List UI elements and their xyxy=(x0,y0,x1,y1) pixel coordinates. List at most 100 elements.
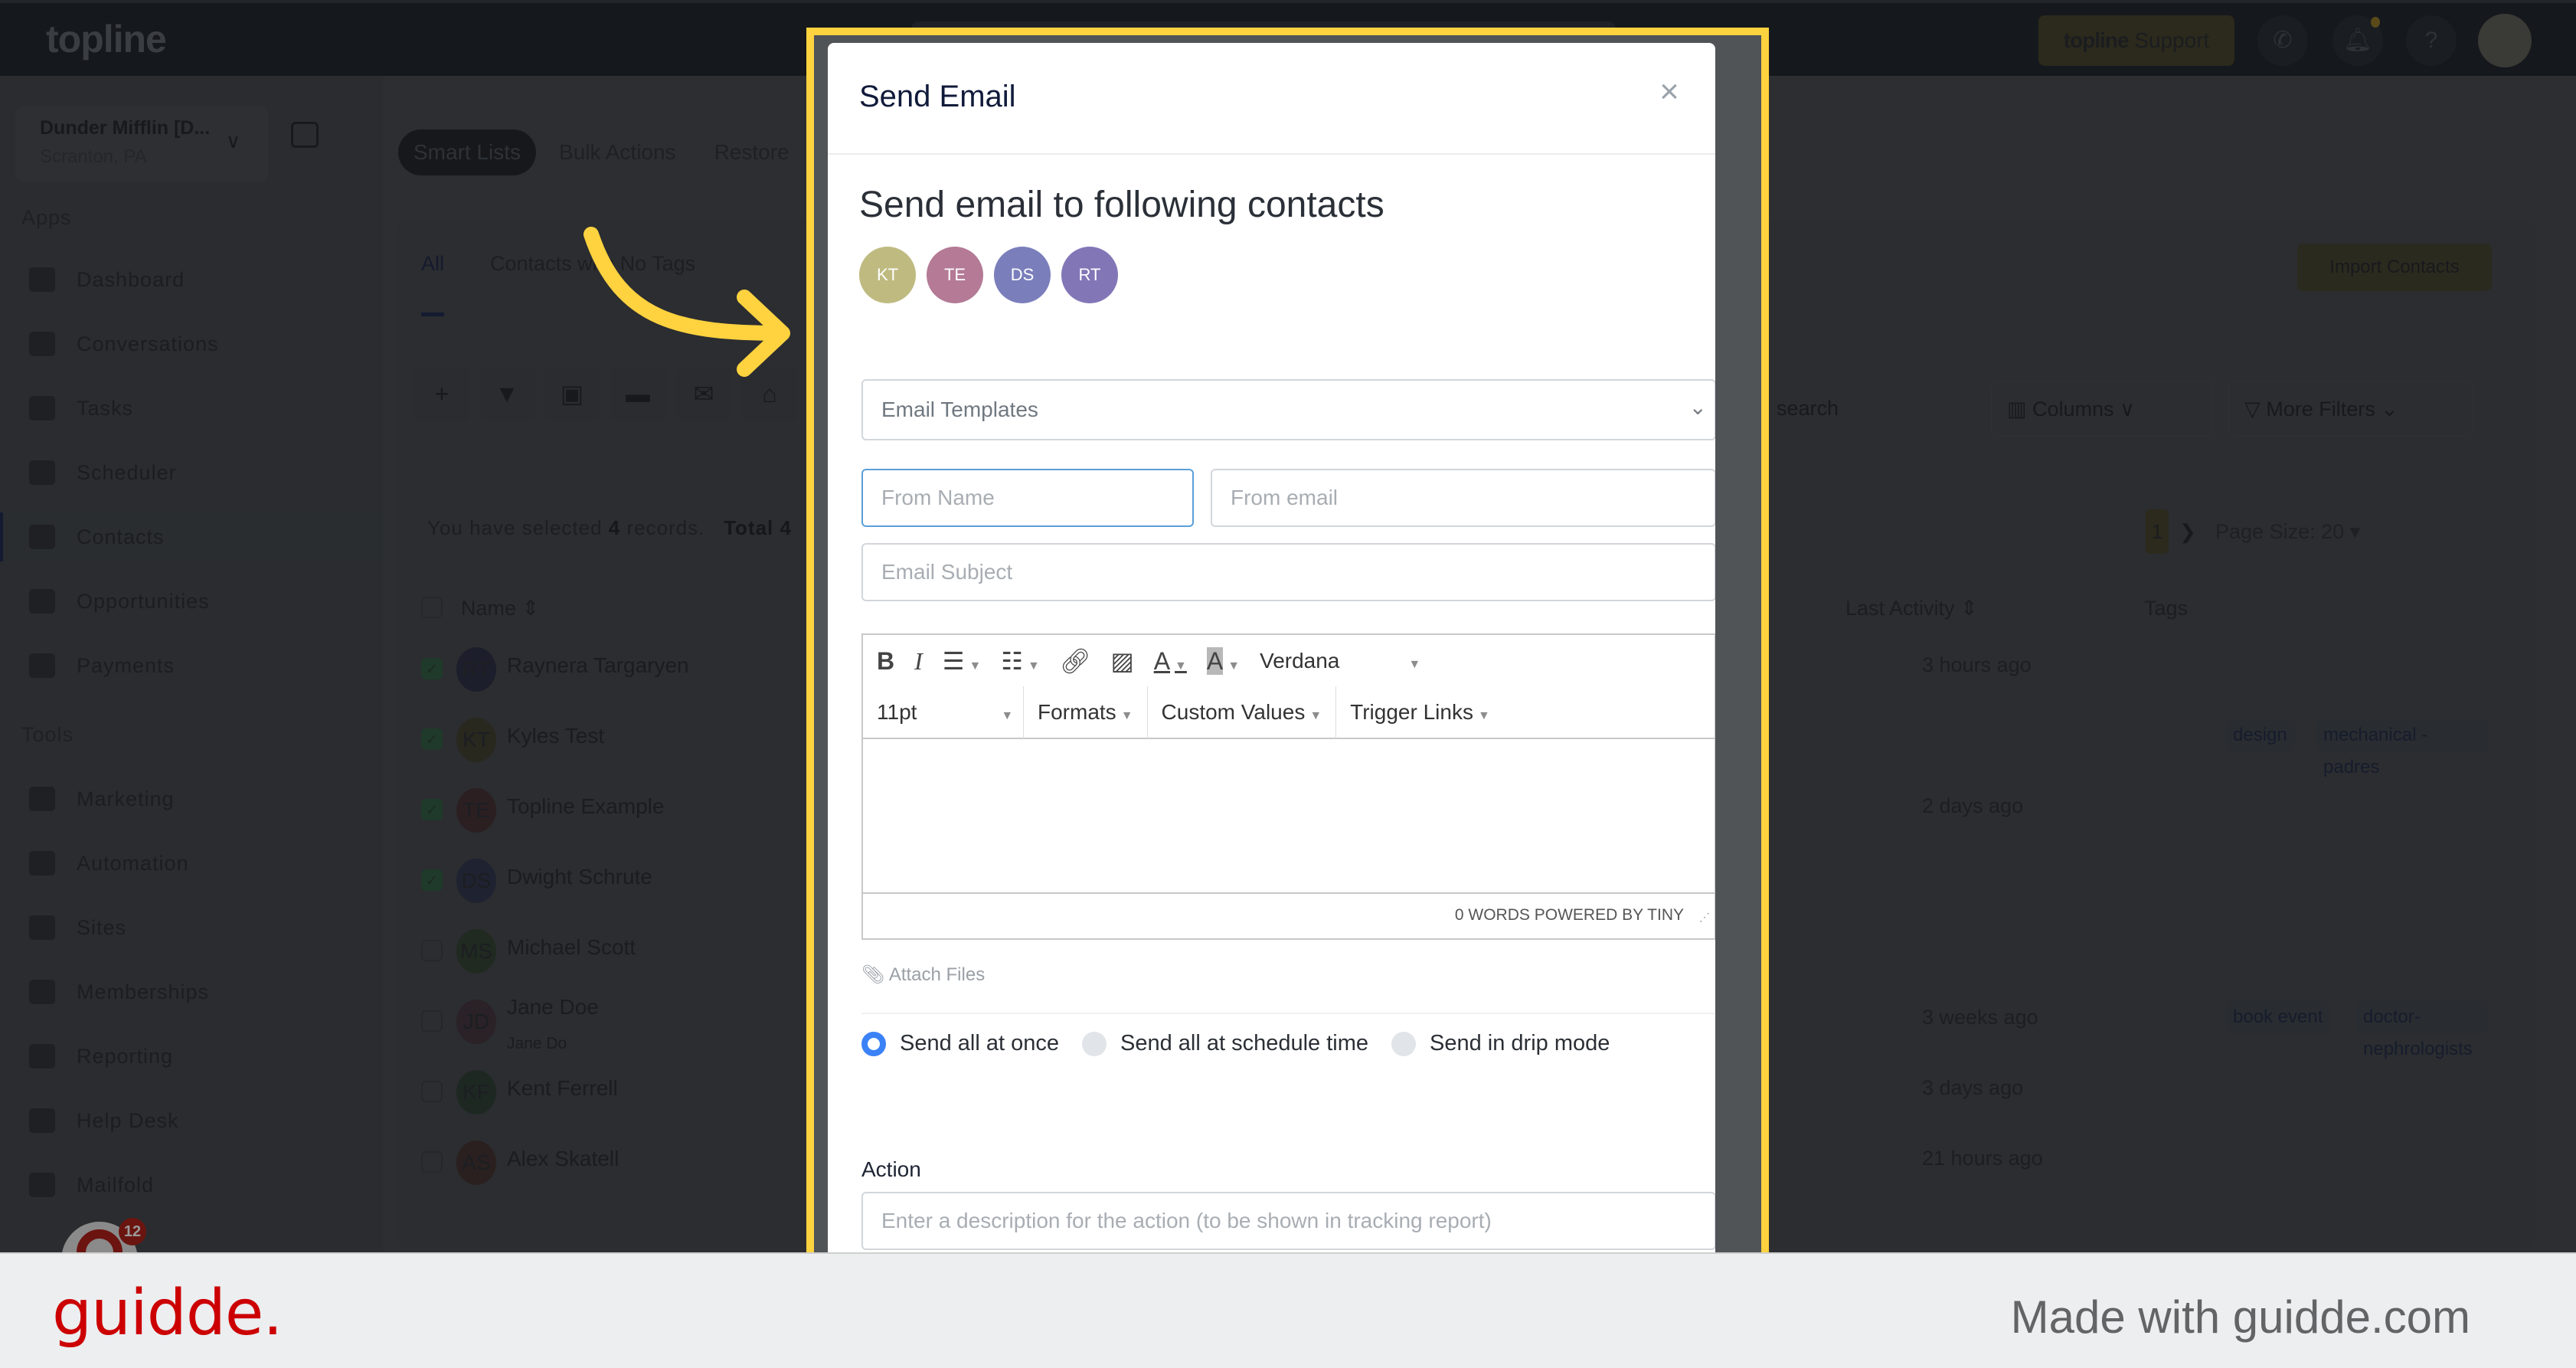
avatar: KT xyxy=(456,718,496,762)
contact-name[interactable]: Raynera Targaryen xyxy=(507,653,689,678)
next-page-icon[interactable]: ❯ xyxy=(2176,509,2199,554)
sidebar-item-help-desk[interactable]: Help Desk xyxy=(0,1096,383,1145)
columns-label: Columns xyxy=(2032,398,2114,421)
tag-badge[interactable]: design xyxy=(2225,719,2295,751)
pie-icon xyxy=(29,1044,55,1069)
highlight-frame xyxy=(806,28,1769,1268)
total-count: Total 4 xyxy=(724,516,792,539)
avatar: KF xyxy=(456,1070,496,1114)
help-icon[interactable]: ? xyxy=(2406,15,2457,66)
filter-icon[interactable]: ▼ xyxy=(479,367,535,421)
column-name[interactable]: Name ⇕ xyxy=(461,597,539,620)
sidebar-item-reporting[interactable]: Reporting xyxy=(0,1032,383,1081)
tag-badge[interactable]: doctor-nephrologists xyxy=(2355,1001,2489,1059)
tab-smart-lists[interactable]: Smart Lists xyxy=(398,129,537,175)
columns-icon: ▥ xyxy=(2007,398,2033,421)
select-all-checkbox[interactable] xyxy=(421,597,443,623)
sidebar-item-automation[interactable]: Automation xyxy=(0,839,383,888)
bell-icon[interactable]: 🔔︎ xyxy=(2332,15,2383,66)
support-button[interactable]: topline Support xyxy=(2038,15,2234,66)
avatar: AS xyxy=(456,1141,496,1185)
sidebar: Dunder Mifflin [D... Scranton, PA ∨ Apps… xyxy=(0,76,383,1252)
row-checkbox[interactable]: ✓ xyxy=(421,869,443,891)
column-last-activity[interactable]: Last Activity ⇕ xyxy=(1845,597,1978,620)
last-activity: 3 days ago xyxy=(1922,1076,2024,1099)
sidebar-item-opportunities[interactable]: Opportunities xyxy=(0,577,383,626)
funnel-icon: ▽ xyxy=(2244,398,2267,421)
chat-icon xyxy=(29,332,55,356)
sidebar-item-label: Dashboard xyxy=(77,268,185,291)
guidde-logo: guidde. xyxy=(52,1277,283,1350)
sidebar-item-label: Tasks xyxy=(77,397,134,420)
row-checkbox[interactable] xyxy=(421,1151,443,1173)
selection-prefix: You have selected xyxy=(427,516,603,539)
page-current[interactable]: 1 xyxy=(2146,509,2169,554)
apps-heading: Apps xyxy=(21,206,72,229)
sort-icon: ⇕ xyxy=(1960,597,1978,620)
chevron-down-icon: ∨ xyxy=(2113,398,2135,421)
sidebar-item-conversations[interactable]: Conversations xyxy=(0,319,383,368)
contact-name[interactable]: Jane Doe xyxy=(507,995,599,1019)
dashboard-icon xyxy=(29,267,55,292)
sidebar-item-label: Sites xyxy=(77,916,127,939)
selection-suffix: records. xyxy=(626,516,705,539)
import-contacts-button[interactable]: Import Contacts xyxy=(2297,244,2492,291)
sidebar-item-label: Automation xyxy=(77,852,189,875)
sort-icon: ⇕ xyxy=(521,597,540,620)
account-switcher[interactable]: Dunder Mifflin [D... Scranton, PA ∨ xyxy=(15,106,268,182)
megaphone-icon xyxy=(29,787,55,811)
contact-name[interactable]: Kent Ferrell xyxy=(507,1076,618,1101)
last-activity: 3 hours ago xyxy=(1922,653,2032,676)
sidebar-item-memberships[interactable]: Memberships xyxy=(0,967,383,1016)
sidebar-item-tasks[interactable]: Tasks xyxy=(0,384,383,433)
guidde-footer: guidde. Made with guidde.com xyxy=(0,1252,2576,1368)
row-checkbox[interactable]: ✓ xyxy=(421,799,443,820)
columns-button[interactable]: ▥ Columns ∨ xyxy=(1991,381,2213,436)
user-avatar[interactable] xyxy=(2478,14,2532,67)
more-filters-button[interactable]: ▽ More Filters ⌄ xyxy=(2228,381,2473,436)
sidebar-item-label: Mailfold xyxy=(77,1173,155,1196)
sidebar-item-payments[interactable]: Payments xyxy=(0,641,383,690)
row-checkbox[interactable] xyxy=(421,940,443,961)
members-icon xyxy=(29,980,55,1004)
add-icon[interactable]: + xyxy=(414,367,470,421)
sidebar-item-contacts[interactable]: Contacts xyxy=(0,512,383,561)
last-activity: 3 weeks ago xyxy=(1922,1006,2038,1029)
tag-badge[interactable]: mechanical - padres xyxy=(2316,719,2489,777)
sidebar-item-dashboard[interactable]: Dashboard xyxy=(0,255,383,304)
row-checkbox[interactable] xyxy=(421,1010,443,1032)
sidebar-item-label: Conversations xyxy=(77,332,219,355)
sidebar-item-label: Payments xyxy=(77,654,175,677)
sidebar-item-label: Opportunities xyxy=(77,590,210,613)
sidebar-item-sites[interactable]: Sites xyxy=(0,903,383,952)
sidebar-collapse-icon[interactable] xyxy=(291,122,319,148)
tab-all[interactable]: All xyxy=(421,252,445,316)
phone-icon[interactable]: ✆ xyxy=(2257,15,2308,66)
row-checkbox[interactable]: ✓ xyxy=(421,658,443,679)
contact-name[interactable]: Michael Scott xyxy=(507,935,636,960)
contact-name[interactable]: Dwight Schrute xyxy=(507,865,652,889)
sidebar-item-label: Reporting xyxy=(77,1045,174,1068)
row-checkbox[interactable]: ✓ xyxy=(421,728,443,750)
row-checkbox[interactable] xyxy=(421,1081,443,1102)
search-partial[interactable]: search xyxy=(1761,381,1891,436)
tag-badge[interactable]: book event xyxy=(2225,1001,2331,1033)
contact-name[interactable]: Alex Skatell xyxy=(507,1147,619,1171)
sidebar-item-label: Memberships xyxy=(77,980,210,1003)
contact-name[interactable]: Topline Example xyxy=(507,794,664,819)
avatar: MS xyxy=(456,929,496,974)
notification-dot xyxy=(2371,17,2380,28)
sidebar-item-label: Contacts xyxy=(77,525,165,548)
person-icon xyxy=(29,525,55,549)
sidebar-item-mailfold[interactable]: Mailfold xyxy=(0,1160,383,1209)
tab-bulk-actions[interactable]: Bulk Actions xyxy=(544,129,691,175)
tools-heading: Tools xyxy=(21,723,74,746)
contact-name[interactable]: Kyles Test xyxy=(507,724,604,748)
column-tags: Tags xyxy=(2144,597,2189,620)
sidebar-item-marketing[interactable]: Marketing xyxy=(0,774,383,823)
page-size-select[interactable]: Page Size: 20 ▾ xyxy=(2215,520,2360,544)
avatar: RT xyxy=(456,647,496,692)
app-logo: topline xyxy=(46,18,167,61)
sidebar-item-scheduler[interactable]: Scheduler xyxy=(0,448,383,497)
tab-restore[interactable]: Restore xyxy=(699,129,805,175)
